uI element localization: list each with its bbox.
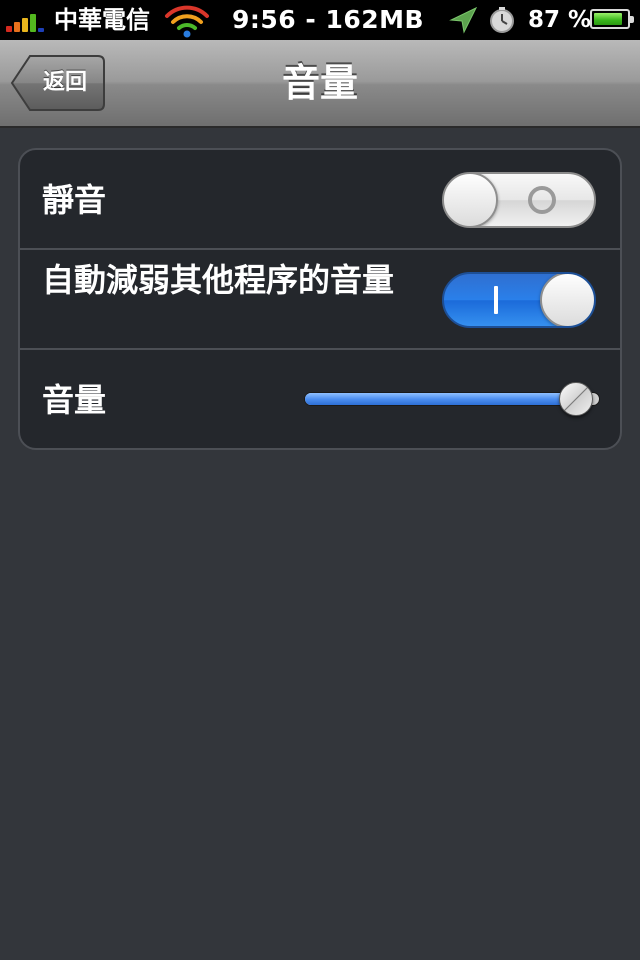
navigation-bar: 音量 返回 — [0, 40, 640, 128]
volume-slider-fill — [305, 393, 576, 405]
toggle-off-icon — [528, 186, 556, 214]
status-time-memory: 9:56 - 162MB — [232, 5, 425, 34]
volume-settings-group: 靜音 自動減弱其他程序的音量 音量 — [18, 148, 622, 450]
back-button-label: 返回 — [42, 70, 87, 95]
toggle-on-icon — [494, 286, 498, 314]
carrier-name: 中華電信 — [54, 6, 150, 34]
volume-slider-track — [304, 392, 600, 406]
back-button[interactable]: 返回 — [10, 54, 106, 112]
signal-icon — [6, 10, 50, 32]
auto-reduce-toggle[interactable] — [442, 272, 596, 328]
battery-fill — [594, 13, 622, 25]
mute-row: 靜音 — [20, 150, 620, 250]
toggle-knob — [444, 174, 498, 226]
alarm-icon — [490, 7, 514, 33]
toggle-knob — [540, 274, 594, 326]
battery-icon — [590, 9, 634, 29]
mute-toggle[interactable] — [442, 172, 596, 228]
auto-reduce-row: 自動減弱其他程序的音量 — [20, 250, 620, 350]
battery-percent: 87 % — [528, 7, 592, 33]
auto-reduce-label: 自動減弱其他程序的音量 — [42, 261, 395, 299]
volume-label: 音量 — [42, 381, 107, 419]
location-icon — [449, 6, 478, 34]
mute-label: 靜音 — [42, 181, 107, 219]
wifi-icon — [165, 5, 209, 38]
volume-row: 音量 — [20, 350, 620, 448]
status-bar: 中華電信 9:56 - 162MB 87 % — [0, 0, 640, 40]
volume-slider[interactable] — [304, 382, 600, 416]
volume-slider-thumb[interactable] — [559, 382, 594, 416]
